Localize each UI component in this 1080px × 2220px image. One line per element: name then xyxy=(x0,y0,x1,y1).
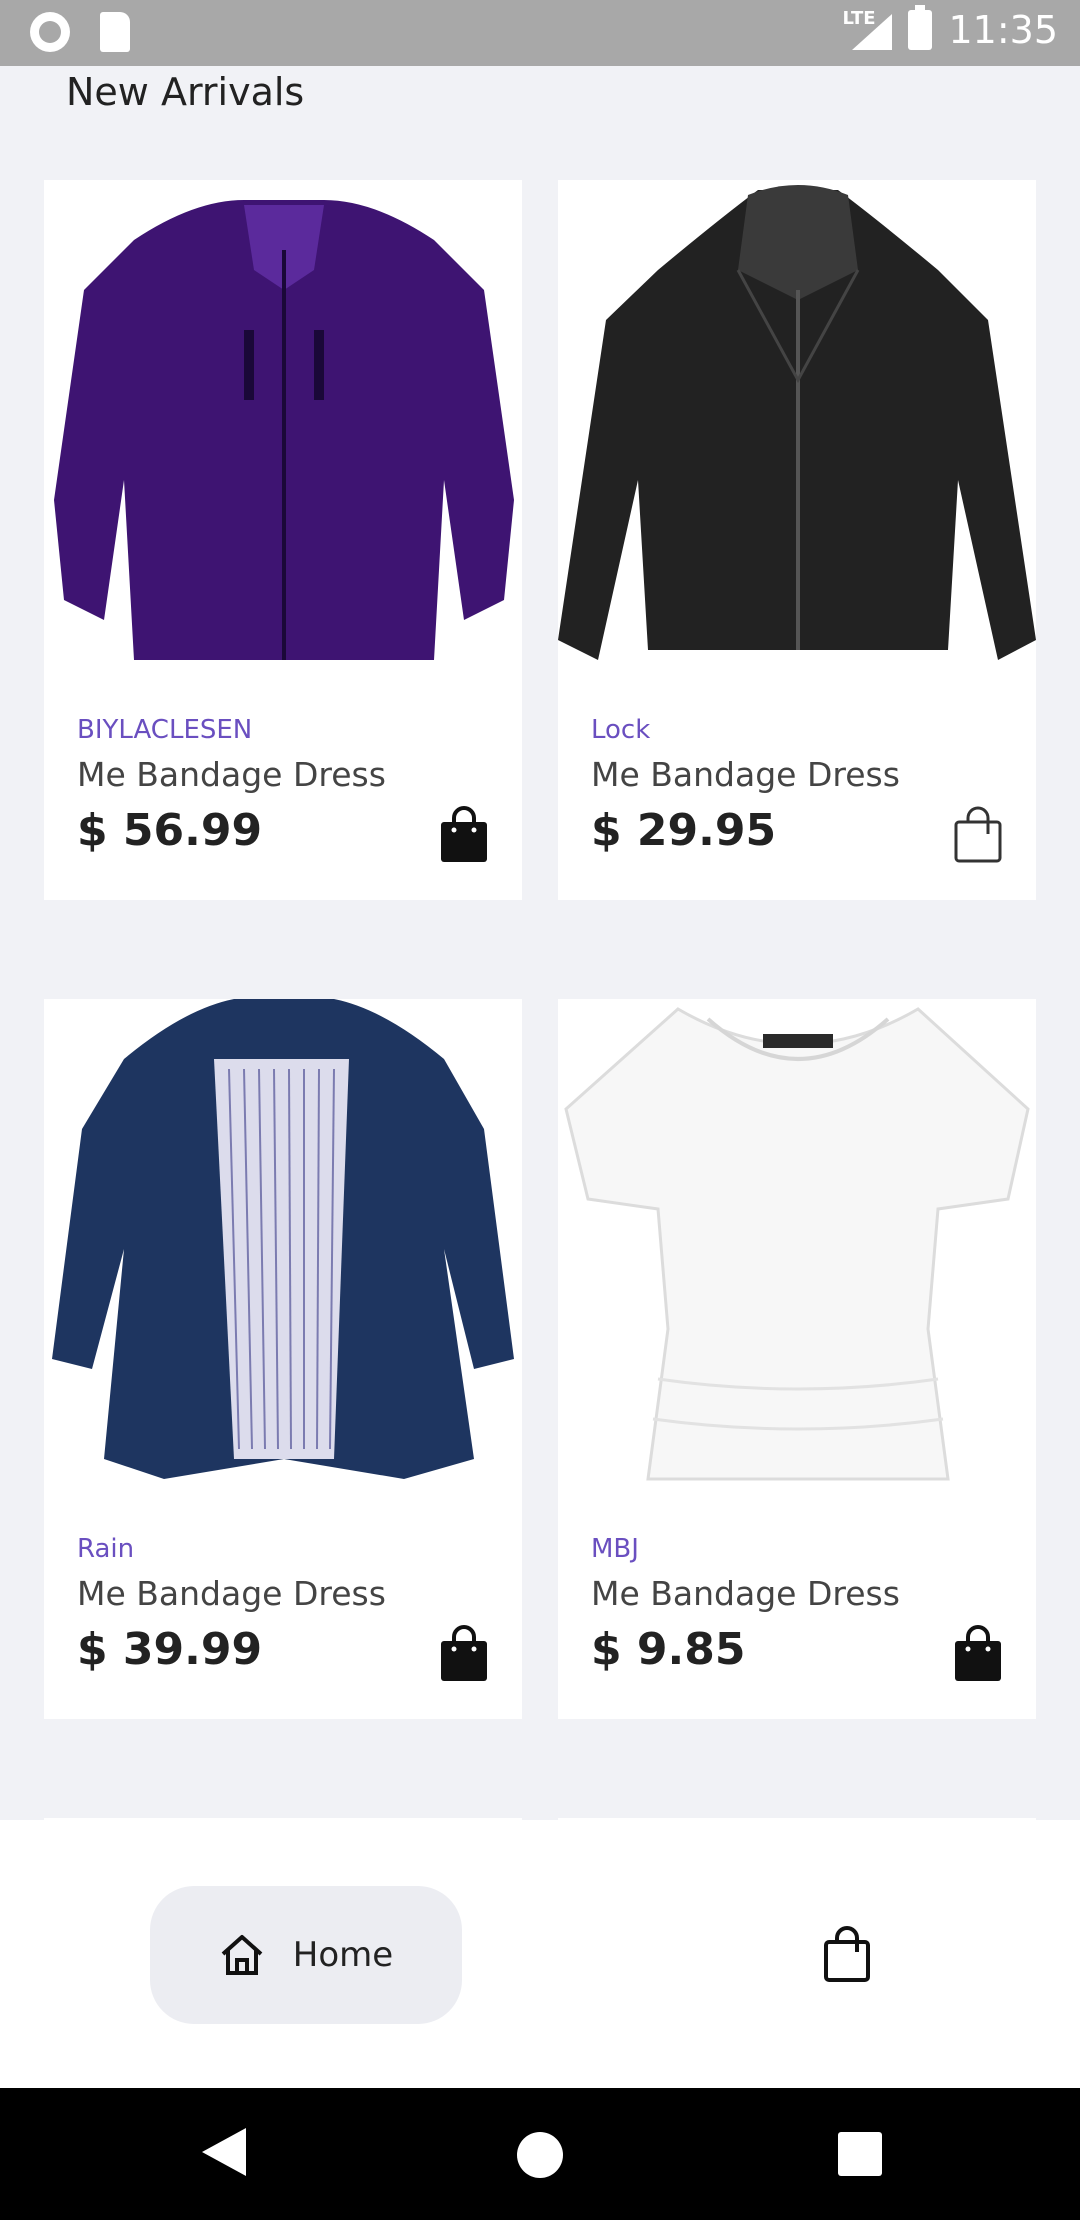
product-brand: MBJ xyxy=(591,1534,639,1564)
nav-home-label: Home xyxy=(292,1935,394,1975)
sd-card-icon xyxy=(100,12,130,52)
shopping-bag-outline-icon[interactable] xyxy=(953,806,1003,864)
home-circle-icon[interactable] xyxy=(517,2132,563,2178)
product-price: $ 29.95 xyxy=(591,805,777,856)
shopping-bag-icon[interactable] xyxy=(953,1625,1003,1683)
product-image xyxy=(44,180,522,680)
product-price: $ 39.99 xyxy=(77,1624,263,1675)
product-name: Me Bandage Dress xyxy=(591,755,900,794)
product-name: Me Bandage Dress xyxy=(591,1574,900,1613)
clock: 11:35 xyxy=(948,8,1058,52)
product-card[interactable]: Lock Me Bandage Dress $ 29.95 xyxy=(558,180,1036,900)
product-name: Me Bandage Dress xyxy=(77,1574,386,1613)
battery-icon xyxy=(908,5,933,50)
product-image xyxy=(44,999,522,1499)
product-card[interactable]: Rain Me Bandage Dress $ 39.99 xyxy=(44,999,522,1719)
product-name: Me Bandage Dress xyxy=(77,755,386,794)
product-brand: BIYLACLESEN xyxy=(77,715,253,745)
product-image xyxy=(558,180,1036,680)
shopping-bag-icon[interactable] xyxy=(439,806,489,864)
signal-icon: LTE xyxy=(842,8,893,52)
product-price: $ 9.85 xyxy=(591,1624,746,1675)
shopping-bag-icon[interactable] xyxy=(439,1625,489,1683)
back-icon[interactable] xyxy=(200,2126,248,2178)
product-price: $ 56.99 xyxy=(77,805,263,856)
nav-home-button[interactable]: Home xyxy=(150,1886,462,2024)
nav-cart-button[interactable] xyxy=(822,1926,872,1984)
product-image xyxy=(558,999,1036,1499)
product-card[interactable]: MBJ Me Bandage Dress $ 9.85 xyxy=(558,999,1036,1719)
home-icon xyxy=(221,1935,263,1975)
product-brand: Rain xyxy=(77,1534,135,1564)
product-brand: Lock xyxy=(591,715,651,745)
product-card[interactable]: BIYLACLESEN Me Bandage Dress $ 56.99 xyxy=(44,180,522,900)
notification-circle-icon xyxy=(30,12,70,52)
recent-apps-icon[interactable] xyxy=(838,2132,882,2176)
system-navigation-bar xyxy=(0,2088,1080,2220)
section-title: New Arrivals xyxy=(66,70,305,114)
status-bar: LTE 11:35 xyxy=(0,0,1080,66)
